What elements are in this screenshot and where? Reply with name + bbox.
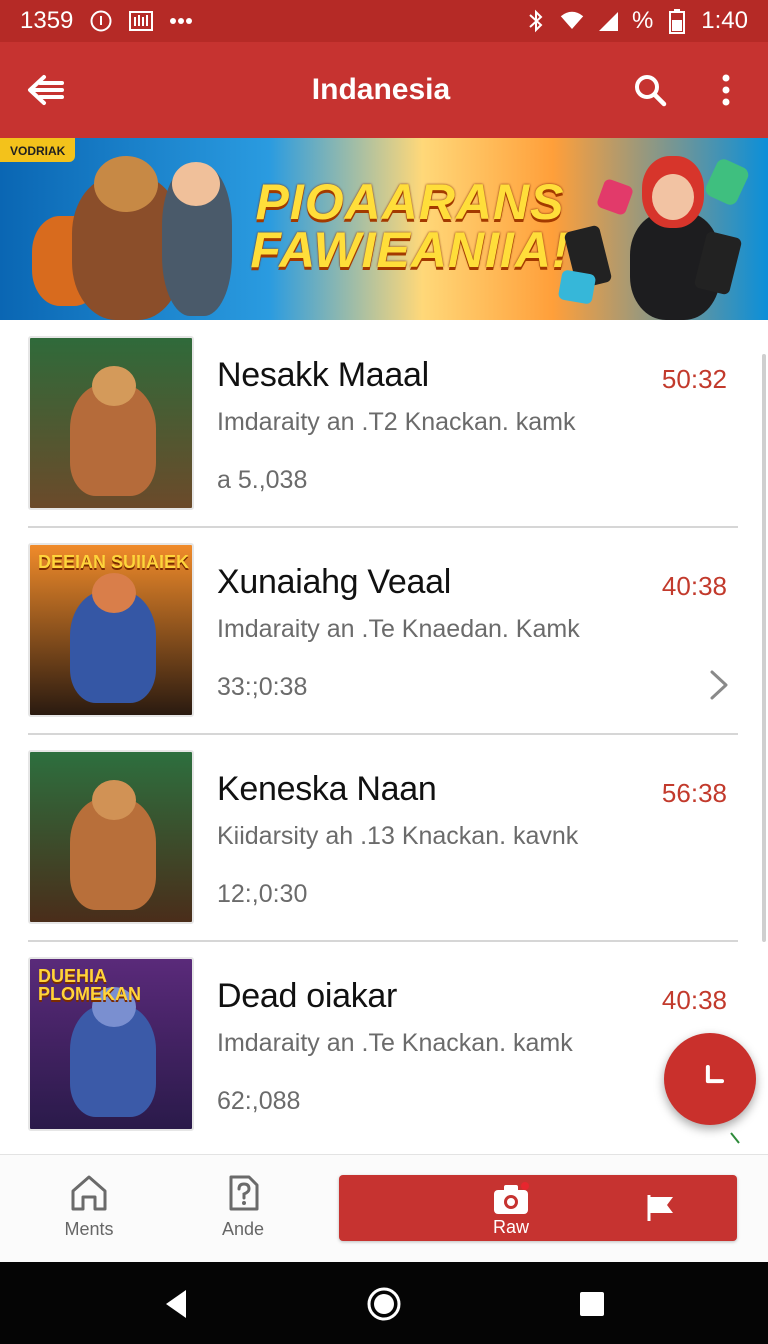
bluetooth-icon: [524, 9, 548, 33]
battery-icon: [665, 9, 689, 34]
item-meta: 33:;0:38: [217, 673, 308, 701]
banner-characters-left: [32, 156, 242, 320]
game-thumbnail: DEEIAN SUIIAIEK: [28, 543, 194, 717]
back-triangle-icon[interactable]: [156, 1284, 196, 1324]
thumbnail-title: DEEIAN SUIIAIEK: [38, 552, 190, 572]
thumbnail-character-head: [92, 780, 136, 820]
list-item[interactable]: DEEIAN SUIIAIEK Xunaiahg Veaal Imdaraity a…: [0, 529, 768, 736]
close-fab-button[interactable]: [664, 1033, 756, 1125]
banner-tag: VODRIAK: [0, 138, 76, 162]
banner-headline-line1: PIOAARANS: [255, 174, 565, 230]
list-scrollbar[interactable]: [762, 354, 766, 942]
search-icon[interactable]: [630, 70, 670, 110]
thumbnail-character-head: [92, 573, 136, 613]
thumbnail-character-head: [92, 366, 136, 406]
fab-indicator: [730, 1132, 740, 1144]
banner-headline: PIOAARANS FAWIEANIIA!: [250, 174, 570, 278]
page-title: Indanesia: [311, 73, 451, 106]
item-meta: 62:,088: [217, 1087, 301, 1115]
item-subtitle: Imdaraity an .Te Knaedan. Kamk: [217, 615, 580, 643]
item-time: 50:32: [661, 364, 727, 394]
list-divider: [28, 526, 738, 528]
nav-label-ments: Ments: [64, 1219, 114, 1239]
system-navigation-bar: [0, 1262, 768, 1344]
item-title: Keneska Naan: [217, 770, 437, 808]
close-chevron-icon: [705, 1064, 725, 1084]
nav-item-ande[interactable]: Ande: [188, 1173, 298, 1253]
list-item[interactable]: Nesakk Maaal Imdaraity an .T2 Knackan. ka…: [0, 322, 768, 529]
more-dots-icon: [169, 9, 193, 33]
info-circle-icon: [89, 9, 113, 33]
item-meta: 12:,0:30: [217, 880, 308, 908]
nav-item-raw[interactable]: Raw: [339, 1175, 737, 1241]
app-bar: Indanesia: [0, 42, 768, 138]
item-subtitle: Imdaraity an .Te Knackan. kamk: [217, 1029, 573, 1057]
nav-label-ande: Ande: [221, 1219, 265, 1239]
chevron-right-icon[interactable]: [708, 669, 730, 701]
item-time: 40:38: [661, 571, 727, 601]
banner-headline-line2: FAWIEANIIA!: [250, 222, 570, 278]
item-title: Nesakk Maaal: [217, 356, 429, 394]
item-time: 56:38: [661, 778, 727, 808]
status-time-left: 1359: [20, 7, 74, 34]
flag-icon[interactable]: [645, 1191, 677, 1223]
item-title: Xunaiahg Veaal: [217, 563, 452, 601]
item-subtitle: Imdaraity an .T2 Knackan. kamk: [217, 408, 576, 436]
game-thumbnail: DUEHIA PLOMEKAN: [28, 957, 194, 1131]
list-divider: [28, 940, 738, 942]
home-icon: [71, 1175, 107, 1211]
item-time: 40:38: [661, 985, 727, 1015]
recents-square-icon[interactable]: [572, 1284, 612, 1324]
help-document-icon: [229, 1175, 259, 1211]
back-arrow-icon[interactable]: [0, 42, 92, 138]
list-divider: [28, 733, 738, 735]
game-thumbnail: [28, 336, 194, 510]
game-list: Nesakk Maaal Imdaraity an .T2 Knackan. ka…: [0, 322, 768, 1154]
wifi-icon: [560, 9, 584, 33]
banner-characters-right: [557, 152, 760, 320]
status-percent: %: [631, 7, 654, 34]
status-time: 1:40: [701, 7, 748, 34]
bottom-navigation: Ments Ande Raw: [0, 1154, 768, 1262]
item-subtitle: Kiidarsity ah .13 Knackan. kavnk: [217, 822, 579, 850]
promo-banner[interactable]: VODRIAK PIOAARANS FAWIEANIIA!: [0, 138, 768, 320]
status-bar: 1359 % 1:40: [0, 0, 768, 42]
nav-item-ments[interactable]: Ments: [34, 1173, 144, 1253]
camera-icon: [491, 1181, 531, 1217]
more-vertical-icon[interactable]: [706, 70, 746, 110]
list-item[interactable]: DUEHIA PLOMEKAN Dead oiakar Imdaraity an .…: [0, 943, 768, 1150]
game-thumbnail: [28, 750, 194, 924]
item-title: Dead oiakar: [217, 977, 398, 1015]
cell-signal-icon: [596, 9, 620, 33]
item-meta: a 5.,038: [217, 466, 308, 494]
list-item[interactable]: Keneska Naan Kiidarsity ah .13 Knackan. k…: [0, 736, 768, 943]
home-circle-icon[interactable]: [364, 1284, 404, 1324]
thumbnail-title: DUEHIA PLOMEKAN: [38, 966, 141, 1004]
signal-box-icon: [129, 9, 154, 33]
nav-label-raw: Raw: [492, 1217, 529, 1237]
